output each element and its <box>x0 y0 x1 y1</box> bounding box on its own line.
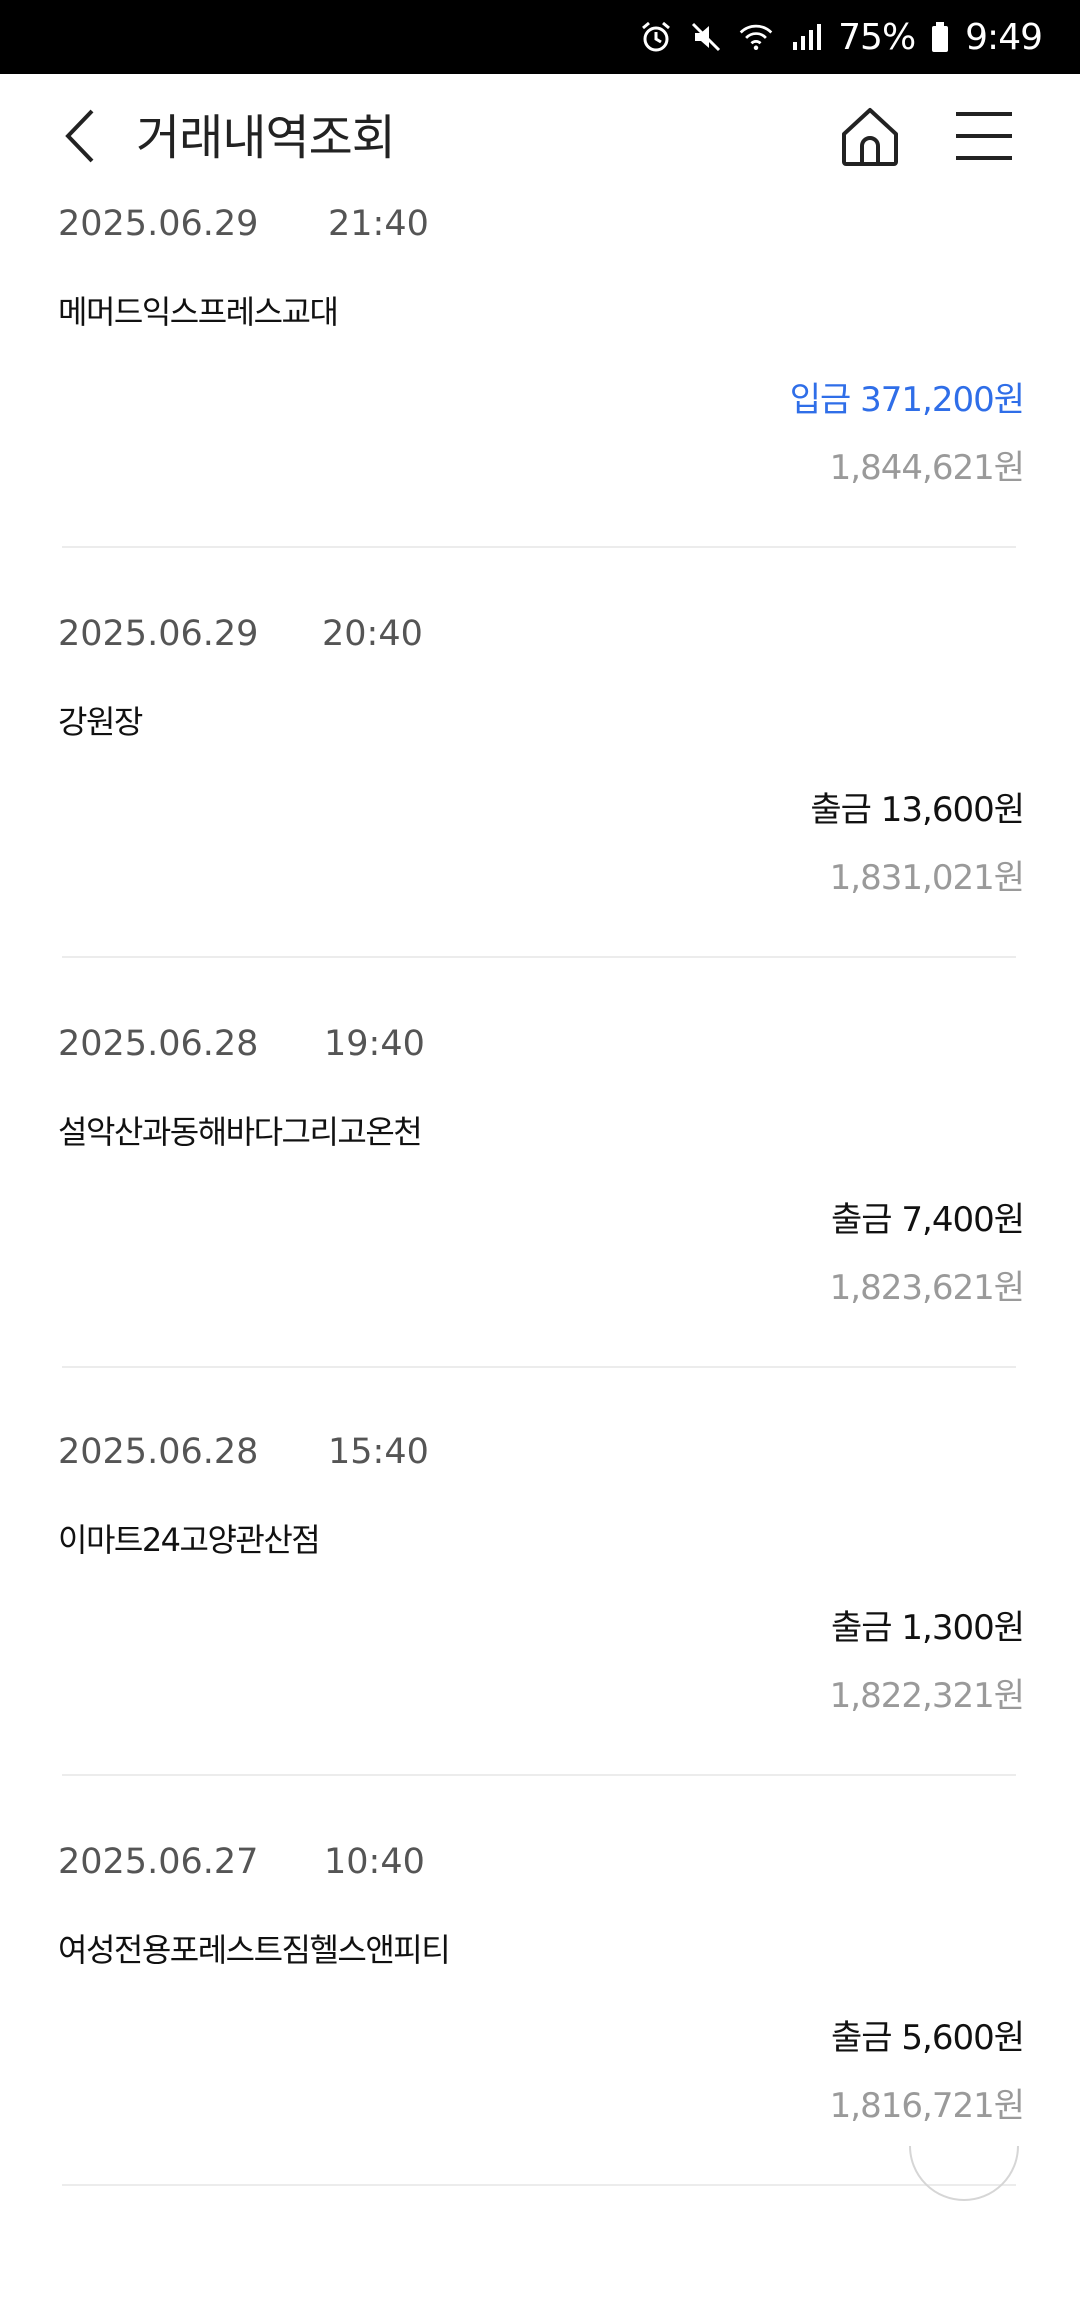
transaction-time: 21:40 <box>328 204 429 244</box>
transaction-item[interactable]: 2025.06.28 15:40 이마트24고양관산점 출금 1,300원 1,… <box>58 1430 1025 1840</box>
scroll-top-button[interactable] <box>904 2086 1024 2206</box>
transaction-merchant: 설악산과동해바다그리고온천 <box>58 1113 423 1151</box>
divider <box>62 2184 1016 2186</box>
divider <box>62 956 1016 958</box>
transaction-amount: 입금 371,200원 <box>789 380 1025 420</box>
battery-icon <box>929 19 951 55</box>
battery-percent: 75% <box>838 16 916 58</box>
alarm-icon <box>638 19 674 55</box>
hamburger-menu-icon <box>954 112 1014 166</box>
transaction-balance: 1,844,621원 <box>829 448 1025 488</box>
transaction-item[interactable]: 2025.06.27 10:40 여성전용포레스트짐헬스앤피티 출금 5,600… <box>58 1840 1025 2250</box>
transaction-item[interactable]: 2025.06.28 19:40 설악산과동해바다그리고온천 출금 7,400원… <box>58 1022 1025 1432</box>
chevron-left-icon <box>62 107 98 169</box>
transaction-amount: 출금 13,600원 <box>810 790 1025 830</box>
app-header: 거래내역조회 <box>0 74 1080 202</box>
transaction-balance: 1,823,621원 <box>829 1268 1025 1308</box>
back-button[interactable] <box>56 108 104 168</box>
transaction-balance: 1,822,321원 <box>829 1676 1025 1716</box>
page-title: 거래내역조회 <box>136 110 396 166</box>
home-icon <box>836 108 904 174</box>
transaction-merchant: 메머드익스프레스교대 <box>58 293 339 331</box>
transaction-amount: 출금 5,600원 <box>831 2018 1025 2058</box>
transaction-amount: 출금 7,400원 <box>831 1200 1025 1240</box>
transaction-amount: 출금 1,300원 <box>831 1608 1025 1648</box>
mute-icon <box>688 19 724 55</box>
transaction-time: 10:40 <box>324 1842 425 1882</box>
transaction-merchant: 이마트24고양관산점 <box>58 1521 321 1559</box>
transaction-date: 2025.06.29 <box>58 614 259 654</box>
transaction-time: 20:40 <box>322 614 423 654</box>
wifi-icon <box>738 19 774 55</box>
transaction-date: 2025.06.28 <box>58 1024 259 1064</box>
transaction-date: 2025.06.27 <box>58 1842 259 1882</box>
status-time: 9:49 <box>965 16 1043 58</box>
home-button[interactable] <box>836 102 904 170</box>
transaction-date: 2025.06.29 <box>58 204 259 244</box>
status-bar: 75% 9:49 <box>0 0 1080 74</box>
transaction-item[interactable]: 2025.06.29 20:40 강원장 출금 13,600원 1,831,02… <box>58 612 1025 1022</box>
transaction-date: 2025.06.28 <box>58 1432 259 1472</box>
transaction-balance: 1,831,021원 <box>829 858 1025 898</box>
transaction-time: 15:40 <box>328 1432 429 1472</box>
transaction-merchant: 여성전용포레스트짐헬스앤피티 <box>58 1931 451 1969</box>
signal-icon <box>788 19 824 55</box>
divider <box>62 546 1016 548</box>
divider <box>62 1774 1016 1776</box>
transaction-merchant: 강원장 <box>58 703 143 741</box>
divider <box>62 1366 1016 1368</box>
transaction-time: 19:40 <box>324 1024 425 1064</box>
menu-button[interactable] <box>954 110 1014 162</box>
transaction-item[interactable]: 2025.06.29 21:40 메머드익스프레스교대 입금 371,200원 … <box>58 202 1025 612</box>
